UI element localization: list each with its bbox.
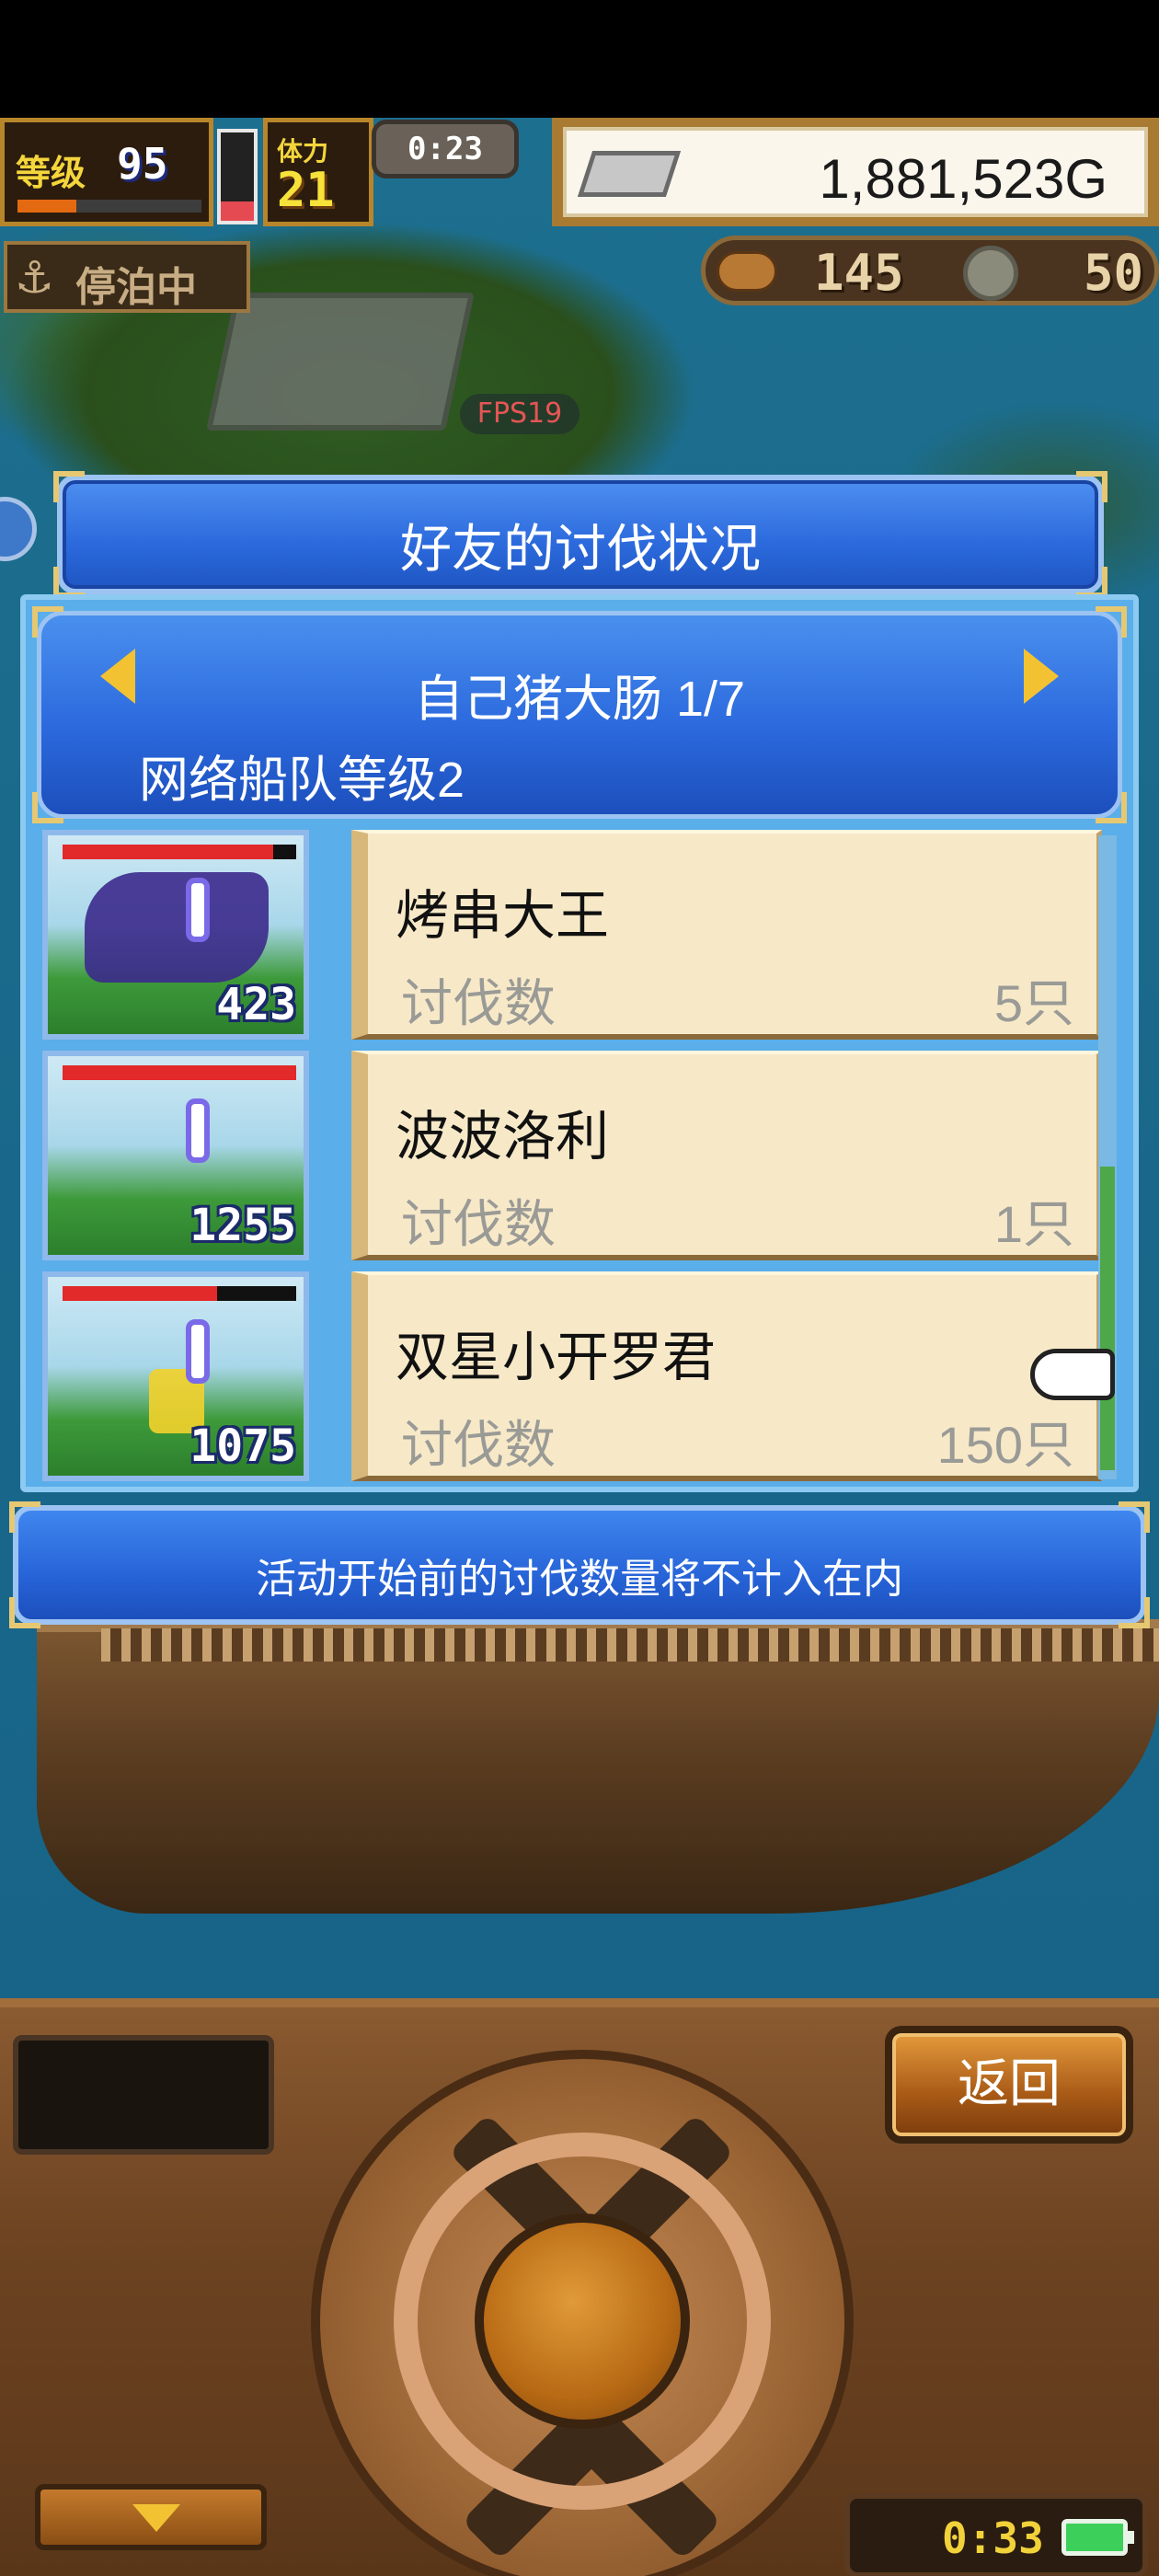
monster-name: 波波洛利: [396, 1107, 610, 1167]
stone-ruins: [206, 293, 475, 431]
stamina-value: 21: [277, 163, 335, 218]
fleet-level: 网络船队等级2: [139, 753, 465, 808]
status-bar-area: [0, 0, 1159, 118]
clock-text: 0:33: [942, 2513, 1044, 2563]
kill-count-label: 讨伐数: [401, 974, 556, 1032]
mini-screen: [13, 2035, 274, 2155]
monster-name: 双星小开罗君: [396, 1328, 717, 1387]
ship-rail: [101, 1628, 1159, 1662]
food-icon: [717, 251, 777, 292]
alert-mark-icon: [186, 878, 210, 942]
anchor-icon: ⚓: [15, 252, 55, 304]
battery-icon: [1061, 2519, 1134, 2556]
monster-card[interactable]: 双星小开罗君 讨伐数 150只: [351, 1271, 1102, 1481]
ship-hull: [37, 1619, 1159, 1914]
monster-list[interactable]: 423 烤串大王 讨伐数 5只 1255 波波洛利 讨伐数 1只 1075 双星…: [37, 826, 1122, 1483]
gold-ingot-icon: [577, 151, 682, 197]
dialog-title-banner: 好友的讨伐状况: [53, 471, 1107, 598]
gold-value: 1,881,523G: [819, 148, 1107, 210]
kill-count-value: 1只: [993, 1195, 1074, 1253]
list-item[interactable]: 1255 波波洛利 讨伐数 1只: [37, 1047, 1102, 1264]
next-arrow-icon[interactable]: [1024, 649, 1059, 704]
friend-subjugation-panel: 自己猪大肠 1/7 网络船队等级2 423 烤串大王 讨伐数 5只 1255 波…: [20, 594, 1139, 1492]
control-panel: 返回 0:33: [0, 1998, 1159, 2576]
kill-count-value: 5只: [993, 974, 1074, 1032]
monster-card[interactable]: 波波洛利 讨伐数 1只: [351, 1051, 1102, 1260]
monster-thumbnail: 1075: [42, 1271, 309, 1481]
monster-sprite: [85, 872, 269, 983]
docked-label: 停泊中: [75, 264, 197, 311]
note-text: 活动开始前的讨伐数量将不计入在内: [256, 1557, 903, 1602]
player-header: 自己猪大肠 1/7 网络船队等级2: [32, 606, 1127, 823]
kill-count-label: 讨伐数: [401, 1416, 556, 1474]
gold-display: 1,881,523G: [552, 118, 1159, 226]
dpad-center-button[interactable]: [475, 2214, 690, 2429]
chevron-down-icon: [132, 2504, 180, 2532]
monster-power: 423: [216, 979, 296, 1030]
pointer-hand-icon: [1030, 1349, 1115, 1400]
xp-bar: [17, 200, 201, 213]
list-item[interactable]: 423 烤串大王 讨伐数 5只: [37, 826, 1102, 1043]
docked-status[interactable]: ⚓ 停泊中: [4, 241, 250, 313]
list-item[interactable]: 1075 双星小开罗君 讨伐数 150只: [37, 1268, 1102, 1483]
monster-card[interactable]: 烤串大王 讨伐数 5只: [351, 830, 1102, 1040]
menu-toggle-button[interactable]: [35, 2484, 267, 2550]
food-count: 145: [814, 244, 904, 302]
kill-count-value: 150只: [936, 1416, 1074, 1474]
resource-bar: 145 50: [701, 236, 1159, 305]
stamina-timer: 0:23: [372, 120, 519, 178]
hp-gauge: [217, 129, 258, 224]
stamina-display: 体力 21: [263, 118, 373, 226]
monster-name: 烤串大王: [396, 886, 610, 946]
back-button[interactable]: 返回: [885, 2026, 1133, 2144]
level-label: 等级: [16, 153, 86, 193]
monster-power: 1075: [189, 1420, 296, 1472]
note-banner: 活动开始前的讨伐数量将不计入在内: [9, 1501, 1150, 1628]
monster-thumbnail: 1255: [42, 1051, 309, 1260]
game-clock: 0:33: [844, 2493, 1148, 2576]
monster-thumbnail: 423: [42, 830, 309, 1040]
kill-count-label: 讨伐数: [401, 1195, 556, 1253]
alert-mark-icon: [186, 1319, 210, 1384]
coin-icon: [963, 246, 1018, 301]
dialog-title: 好友的讨伐状况: [400, 520, 761, 578]
fps-counter: FPS19: [460, 394, 580, 434]
player-name: 自己猪大肠 1/7: [413, 672, 746, 727]
dpad-wheel[interactable]: [311, 2050, 854, 2576]
alert-mark-icon: [186, 1098, 210, 1163]
coin-count: 50: [1083, 244, 1143, 302]
level-value: 95: [117, 139, 168, 189]
level-display: 等级 95: [0, 118, 213, 226]
monster-power: 1255: [189, 1200, 296, 1251]
